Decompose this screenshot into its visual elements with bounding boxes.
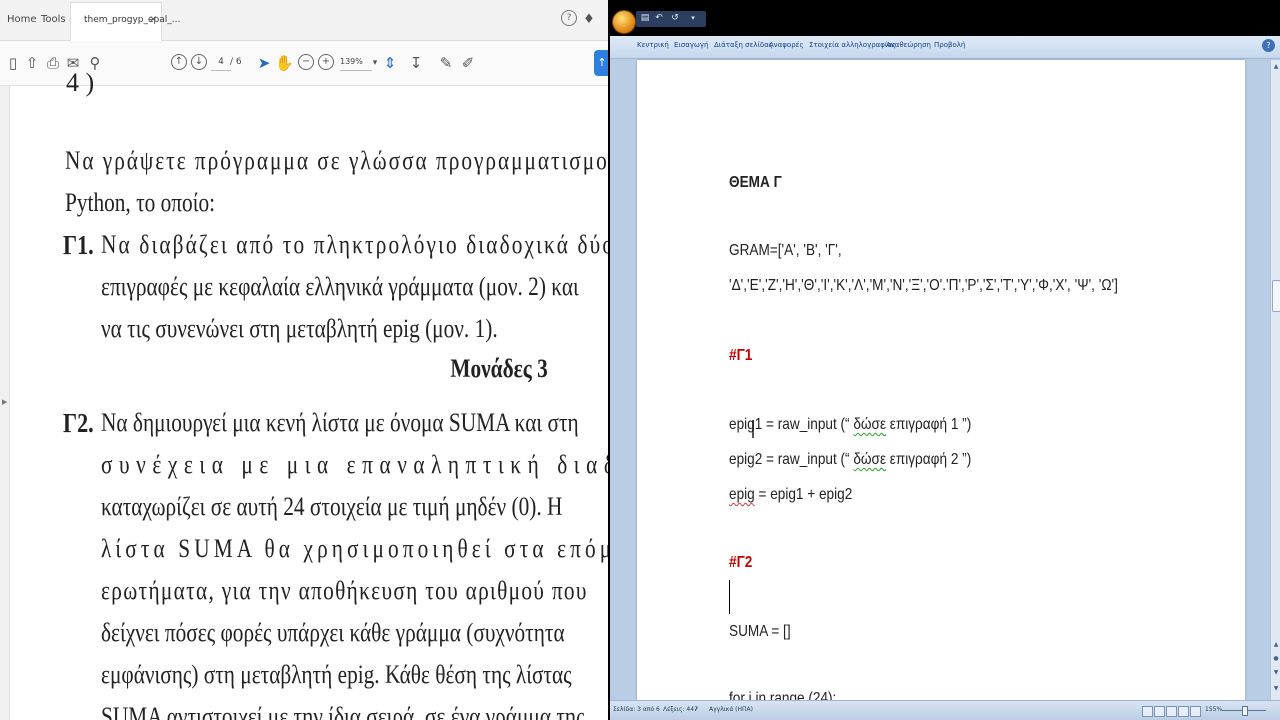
section-g2: #Γ2 [729, 554, 753, 571]
fit-page-icon[interactable]: ⇕ [381, 53, 399, 73]
expand-pane-icon[interactable]: ▶ [2, 398, 7, 406]
page-total: / 6 [230, 57, 242, 67]
ribbon-tab-bar: Κεντρική Εισαγωγή Διάταξη σελίδας Αναφορ… [610, 36, 1280, 59]
g2-line-8: SUMA αντιστοιχεί με την ίδια σειρά, σε έ… [101, 702, 585, 720]
vertical-scrollbar[interactable]: ▲ ▲ ● ▼ ▼ [1270, 60, 1280, 700]
doc-heading: ΘΕΜΑ Γ [729, 174, 782, 191]
epig2-line: epig2 = raw_input (“ δώσε επιγραφή 2 ”) [729, 451, 972, 468]
word-count[interactable]: Λέξεις: 447 [663, 706, 698, 713]
undo-icon[interactable]: ↶ [654, 13, 664, 24]
g1-line-2: επιγραφές με κεφαλαία ελληνικά γράμματα … [101, 272, 579, 301]
redo-icon[interactable]: ↺ [670, 13, 680, 24]
previous-text-fragment: 4 ) [66, 68, 95, 97]
scrollbar-thumb[interactable] [1272, 280, 1280, 312]
g2-line-2: συνέχεια με μια επαναληπτική διαδικασία … [101, 450, 608, 479]
outline-view-icon[interactable] [1178, 706, 1189, 717]
language-status[interactable]: Αγγλικά (ΗΠΑ) [709, 706, 753, 713]
tab-page-layout[interactable]: Διάταξη σελίδας [714, 41, 773, 49]
word-window: ▤ ↶ ↺ ▾ Κεντρική Εισαγωγή Διάταξη σελίδα… [610, 0, 1280, 720]
scroll-down-icon[interactable]: ▼ [1272, 684, 1280, 694]
save-icon[interactable]: ▤ [640, 13, 650, 24]
zoom-slider-knob[interactable] [1242, 706, 1248, 716]
close-tab-icon[interactable]: × [149, 14, 157, 25]
zoom-out-icon[interactable]: − [298, 54, 314, 70]
document-page[interactable]: ΘΕΜΑ Γ GRAM=['Α', 'Β', 'Γ', 'Δ','Ε','Ζ',… [637, 60, 1245, 707]
page-status[interactable]: Σελίδα: 3 από 6 [613, 706, 660, 713]
full-screen-view-icon[interactable] [1154, 706, 1165, 717]
draft-view-icon[interactable] [1190, 706, 1201, 717]
share-icon[interactable]: ↑ [594, 50, 608, 76]
intro-line-2: Python, το οποίο: [65, 188, 216, 217]
customize-toolbar-icon[interactable]: ▾ [688, 13, 698, 24]
previous-page-icon[interactable]: ↑ [171, 54, 187, 70]
help-icon[interactable]: ? [561, 10, 577, 26]
pdf-viewer-window: Home Tools them_progyp_epal_... × ? ♦ ▯ … [0, 0, 608, 720]
select-browse-object-icon[interactable]: ● [1272, 654, 1280, 664]
section-g1: #Γ1 [729, 347, 753, 364]
status-bar: Σελίδα: 3 από 6 Λέξεις: 447 ✓ Αγγλικά (Η… [610, 700, 1280, 720]
intro-line-1: Να γράψετε πρόγραμμα σε γλώσσα προγραμμα… [65, 146, 608, 175]
bell-icon[interactable]: ♦ [580, 10, 598, 30]
word-title-bar: ▤ ↶ ↺ ▾ [610, 0, 1280, 36]
help-icon[interactable]: ? [1262, 39, 1275, 52]
insertion-caret [729, 580, 730, 614]
g2-line-1: Να δημιουργεί μια κενή λίστα με όνομα SU… [101, 408, 579, 437]
select-cursor-icon[interactable]: ➤ [255, 53, 273, 73]
g1-marks: Μονάδες 3 [450, 354, 548, 383]
zoom-level[interactable]: 155% [1205, 706, 1222, 713]
pdf-page: 4 ) Να γράψετε πρόγραμμα σε γλώσσα προγρ… [10, 68, 608, 720]
next-page-icon[interactable]: ↓ [191, 54, 207, 70]
epig-line: epig = epig1 + epig2 [729, 486, 853, 503]
question-g2-label: Γ2. [63, 408, 94, 438]
page-number-input[interactable]: 4 [211, 54, 231, 71]
g2-line-7: εμφάνισης) στη μεταβλητή epig. Κάθε θέση… [101, 660, 572, 689]
create-file-icon[interactable]: ▯ [4, 53, 22, 73]
epig1-line: epig1 = raw_input (“ δώσε επιγραφή 1 ”) [729, 416, 972, 433]
quick-access-toolbar: ▤ ↶ ↺ ▾ [636, 11, 706, 27]
print-icon[interactable]: ⎙ [44, 53, 62, 73]
g2-line-6: δείχνει πόσες φορές υπάρχει κάθε γράμμα … [101, 618, 565, 647]
upload-icon[interactable]: ⇧ [23, 53, 41, 73]
hand-tool-icon[interactable]: ✋ [275, 53, 294, 73]
pdf-tab-bar: Home Tools them_progyp_epal_... × ? ♦ [0, 0, 608, 41]
office-button-icon[interactable] [612, 10, 636, 34]
gram-line-1: GRAM=['Α', 'Β', 'Γ', [729, 242, 842, 259]
gram-line-2: 'Δ','Ε','Ζ','Η','Θ','Ι','Κ','Λ','Μ','Ν',… [729, 277, 1118, 294]
proofing-icon[interactable]: ✓ [694, 706, 699, 713]
tab-mailings[interactable]: Στοιχεία αλληλογραφίας [809, 41, 896, 49]
document-tab-label: them_progyp_epal_... [84, 15, 181, 25]
tab-review[interactable]: Αναθεώρηση [886, 41, 931, 49]
scroll-mode-icon[interactable]: ↧ [407, 53, 425, 73]
next-page-icon[interactable]: ▼ [1272, 668, 1280, 678]
g1-line-3: να τις συνενώνει στη μεταβλητή epig (μον… [101, 314, 498, 343]
suma-line: SUMA = [] [729, 623, 791, 640]
home-tab[interactable]: Home [7, 0, 37, 40]
question-g1-label: Γ1. [63, 230, 94, 260]
g2-line-5: ερωτήματα, για την αποθήκευση του αριθμο… [101, 576, 588, 605]
g1-line-1: Να διαβάζει από το πληκτρολόγιο διαδοχικ… [101, 230, 608, 259]
tools-tab[interactable]: Tools [41, 0, 66, 40]
zoom-in-icon[interactable]: + [318, 54, 334, 70]
tab-insert[interactable]: Εισαγωγή [674, 41, 708, 49]
comment-icon[interactable]: ✎ [437, 53, 455, 73]
highlight-icon[interactable]: ✐ [459, 53, 477, 73]
tab-references[interactable]: Αναφορές [769, 41, 804, 49]
g2-line-3: καταχωρίζει σε αυτή 24 στοιχεία με τιμή … [101, 492, 563, 521]
navigation-pane-rail[interactable]: ▶ [0, 86, 10, 720]
print-layout-view-icon[interactable] [1142, 706, 1153, 717]
previous-page-icon[interactable]: ▲ [1272, 640, 1280, 650]
document-tab[interactable]: them_progyp_epal_... × [70, 2, 180, 41]
scroll-up-icon[interactable]: ▲ [1272, 62, 1280, 72]
tab-home[interactable]: Κεντρική [637, 41, 669, 49]
g2-line-4: λίστα SUMA θα χρησιμοποιηθεί στα επόμενα [101, 534, 608, 563]
web-layout-view-icon[interactable] [1166, 706, 1177, 717]
tab-view[interactable]: Προβολή [934, 41, 965, 49]
